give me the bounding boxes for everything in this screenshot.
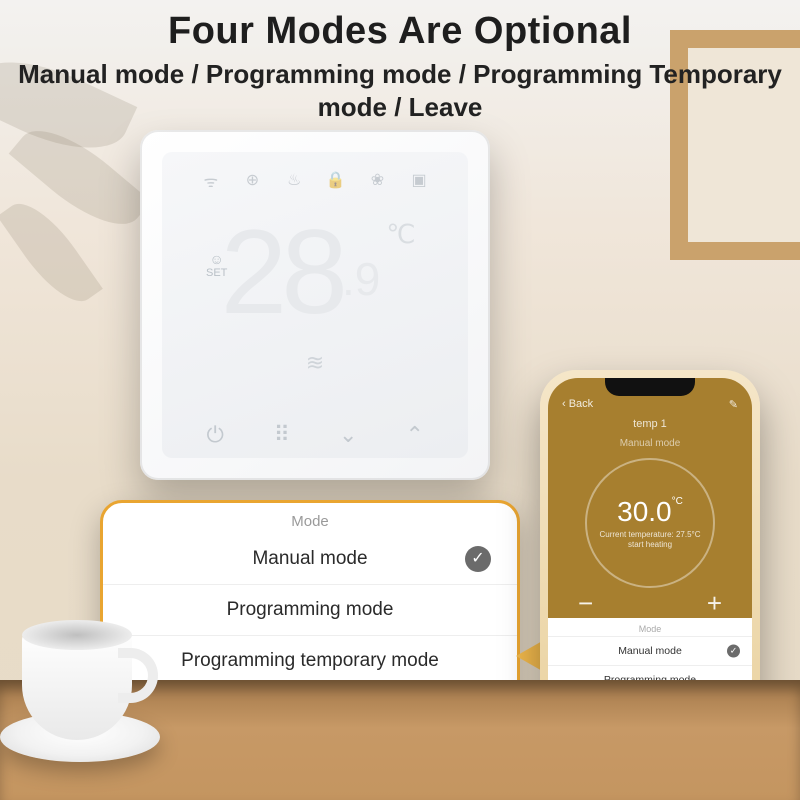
- temperature-display: 28.9℃: [162, 212, 468, 332]
- check-icon: ✓: [465, 546, 491, 572]
- thermostat-device: ᯤ ⊕ ♨ 🔒 ❀ ▣ SET 28.9℃ ≋ ⏻ ⠿ ⌄ ⌃: [140, 130, 490, 480]
- temp-minus-button[interactable]: −: [578, 588, 593, 619]
- thermostat-buttons: ⏻ ⠿ ⌄ ⌃: [162, 422, 468, 448]
- product-scene: Four Modes Are Optional Manual mode / Pr…: [0, 0, 800, 800]
- phone-title: temp 1: [548, 418, 752, 430]
- temp-main: 28: [220, 205, 341, 339]
- edit-button[interactable]: ✎: [729, 398, 738, 411]
- temp-unit: ℃: [386, 219, 409, 249]
- wifi-icon: ᯤ: [201, 170, 221, 190]
- target-icon: ⊕: [242, 170, 262, 190]
- thermostat-screen: ᯤ ⊕ ♨ 🔒 ❀ ▣ SET 28.9℃ ≋ ⏻ ⠿ ⌄ ⌃: [162, 152, 468, 458]
- heating-icon: ≋: [162, 350, 468, 376]
- dial-info: Current temperature: 27.5°Cstart heating: [599, 530, 700, 551]
- lock-icon: 🔒: [326, 170, 346, 190]
- headline: Four Modes Are Optional: [0, 10, 800, 53]
- phone-mode-manual[interactable]: Manual mode ✓: [548, 636, 752, 665]
- phone-mode-title: Mode: [548, 618, 752, 636]
- subheadline: Manual mode / Programming mode / Program…: [0, 58, 800, 123]
- temp-adjust-row: − +: [548, 588, 752, 619]
- temp-decimal: .9: [342, 253, 380, 305]
- indicator-row: ᯤ ⊕ ♨ 🔒 ❀ ▣: [162, 170, 468, 190]
- phone-mode-label: Manual mode: [548, 438, 752, 449]
- mode-option-programming[interactable]: Programming mode: [103, 584, 517, 635]
- mode-option-label: Manual mode: [252, 548, 367, 569]
- square-icon: ▣: [409, 170, 429, 190]
- phone-mode-label: Manual mode: [618, 645, 682, 657]
- mode-button[interactable]: ⠿: [262, 422, 302, 448]
- mode-title: Mode: [103, 503, 517, 534]
- flame-icon: ♨: [284, 170, 304, 190]
- mode-option-programming-temporary[interactable]: Programming temporary mode: [103, 635, 517, 686]
- temp-down-button[interactable]: ⌄: [328, 422, 368, 448]
- phone-notch: [605, 378, 695, 396]
- mode-option-manual[interactable]: Manual mode ✓: [103, 534, 517, 584]
- check-icon: ✓: [727, 645, 740, 658]
- temp-up-button[interactable]: ⌃: [395, 422, 435, 448]
- phone-nav-bar: ‹ Back ✎: [548, 398, 752, 411]
- power-button[interactable]: ⏻: [195, 422, 235, 448]
- coffee-cup: [0, 550, 160, 770]
- temperature-dial[interactable]: 30.0°C Current temperature: 27.5°Cstart …: [585, 458, 715, 588]
- temp-plus-button[interactable]: +: [707, 588, 722, 619]
- leaf-icon: ❀: [367, 170, 387, 190]
- back-button[interactable]: ‹ Back: [562, 398, 593, 411]
- dial-temp: 30.0°C: [617, 496, 683, 528]
